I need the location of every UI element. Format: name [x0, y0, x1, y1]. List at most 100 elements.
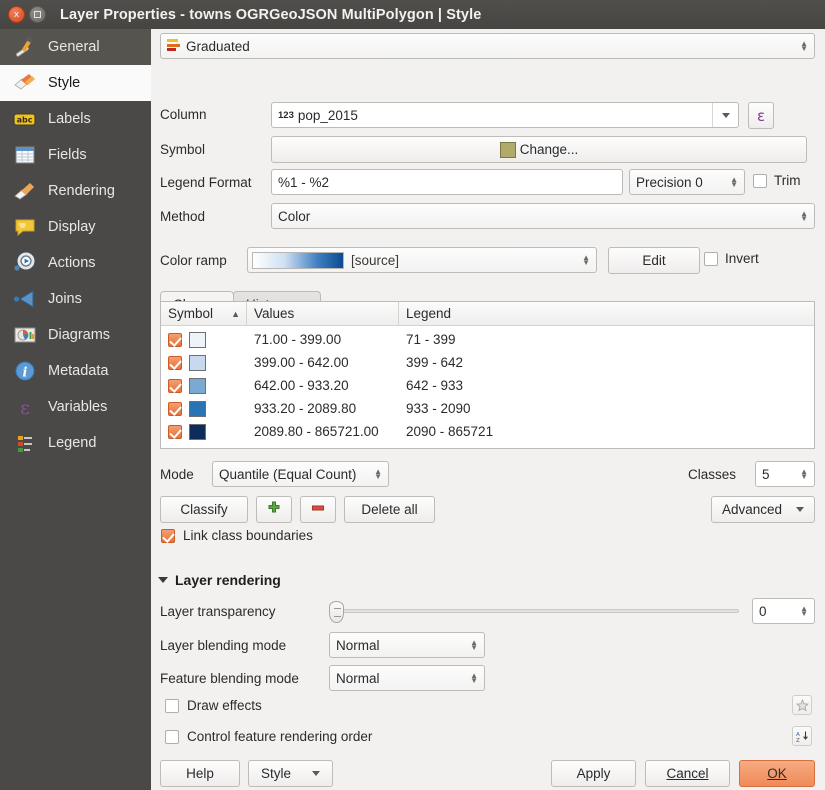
- sidebar-item-fields[interactable]: Fields: [0, 137, 151, 173]
- invert-checkbox-row[interactable]: Invert: [704, 251, 759, 266]
- close-icon[interactable]: x: [8, 6, 25, 23]
- table-row[interactable]: 71.00 - 399.00 71 - 399: [161, 328, 814, 351]
- color-ramp-label: Color ramp: [160, 253, 227, 268]
- sidebar-item-general[interactable]: General: [0, 29, 151, 65]
- sidebar-item-joins[interactable]: Joins: [0, 281, 151, 317]
- sidebar-item-actions[interactable]: Actions: [0, 245, 151, 281]
- symbol-change-button[interactable]: Change...: [271, 136, 807, 163]
- trim-checkbox-row[interactable]: Trim: [753, 173, 801, 188]
- class-color-swatch[interactable]: [189, 423, 206, 440]
- apply-button[interactable]: Apply: [551, 760, 636, 787]
- collapse-caret-icon[interactable]: [158, 577, 168, 583]
- link-class-boundaries-row[interactable]: Link class boundaries: [161, 528, 313, 543]
- combo-arrows-icon[interactable]: ▲ ▼: [800, 40, 808, 53]
- table-row[interactable]: 642.00 - 933.20 642 - 933: [161, 374, 814, 397]
- combo-arrows-icon[interactable]: ▲ ▼: [800, 210, 808, 223]
- combo-arrows-icon[interactable]: ▲ ▼: [582, 254, 590, 267]
- precision-spinbox[interactable]: Precision 0 ▲ ▼: [629, 169, 745, 195]
- column-combo[interactable]: 123 pop_2015: [271, 102, 739, 128]
- spin-arrows-icon[interactable]: ▲ ▼: [800, 468, 808, 481]
- classes-count-spinbox[interactable]: 5 ▲ ▼: [755, 461, 815, 487]
- invert-checkbox[interactable]: [704, 251, 718, 266]
- layer-blending-label: Layer blending mode: [160, 638, 287, 653]
- control-render-order-row[interactable]: Control feature rendering order: [165, 729, 372, 744]
- feature-blending-combo[interactable]: Normal ▲ ▼: [329, 665, 485, 691]
- renderer-type-combo[interactable]: Graduated ▲ ▼: [160, 33, 815, 59]
- sidebar-item-legend[interactable]: Legend: [0, 425, 151, 461]
- symbol-change-label: Change...: [519, 142, 579, 157]
- control-render-order-checkbox[interactable]: [165, 729, 179, 744]
- sidebar-item-diagrams[interactable]: Diagrams: [0, 317, 151, 353]
- color-ramp-combo[interactable]: [source] ▲ ▼: [247, 247, 597, 273]
- spin-arrows-icon[interactable]: ▲ ▼: [730, 176, 738, 189]
- layer-rendering-header[interactable]: Layer rendering: [158, 572, 281, 588]
- brush-icon: [10, 178, 40, 204]
- combo-arrows-icon[interactable]: ▲ ▼: [470, 672, 478, 685]
- table-row[interactable]: 399.00 - 642.00 399 - 642: [161, 351, 814, 374]
- column-expression-button[interactable]: ε: [748, 102, 774, 129]
- trim-checkbox[interactable]: [753, 173, 767, 188]
- row-checkbox[interactable]: [168, 332, 182, 347]
- row-checkbox[interactable]: [168, 355, 182, 370]
- color-ramp-edit-button[interactable]: Edit: [608, 247, 700, 274]
- sidebar-item-variables[interactable]: ɛ Variables: [0, 389, 151, 425]
- row-checkbox[interactable]: [168, 378, 182, 393]
- sidebar-item-labels[interactable]: abc Labels: [0, 101, 151, 137]
- sidebar-item-label: Actions: [48, 255, 96, 271]
- slider-handle[interactable]: [329, 601, 344, 623]
- advanced-button[interactable]: Advanced: [711, 496, 815, 523]
- sidebar-item-metadata[interactable]: i Metadata: [0, 353, 151, 389]
- chevron-down-icon[interactable]: [712, 103, 738, 127]
- add-class-button[interactable]: [256, 496, 292, 523]
- 123-numeric-icon: 123: [278, 109, 294, 121]
- class-color-swatch[interactable]: [189, 354, 206, 371]
- effects-star-icon[interactable]: [792, 695, 812, 715]
- chevron-down-icon: [312, 771, 320, 776]
- advanced-label: Advanced: [722, 502, 783, 517]
- combo-arrows-icon[interactable]: ▲ ▼: [374, 468, 382, 481]
- help-button[interactable]: Help: [160, 760, 240, 787]
- link-class-boundaries-checkbox[interactable]: [161, 528, 175, 543]
- combo-arrows-icon[interactable]: ▲ ▼: [470, 639, 478, 652]
- sidebar-item-label: Metadata: [48, 363, 109, 379]
- ok-button[interactable]: OK: [739, 760, 815, 787]
- plus-icon: [267, 501, 281, 518]
- row-checkbox[interactable]: [168, 424, 182, 439]
- sort-az-icon[interactable]: A Z: [792, 726, 812, 746]
- link-class-boundaries-label: Link class boundaries: [183, 528, 313, 543]
- layer-blending-value: Normal: [336, 637, 380, 653]
- mode-combo[interactable]: Quantile (Equal Count) ▲ ▼: [212, 461, 389, 487]
- method-combo[interactable]: Color ▲ ▼: [271, 203, 815, 229]
- table-row[interactable]: 2089.80 - 865721.00 2090 - 865721: [161, 420, 814, 443]
- column-header-values[interactable]: Values: [247, 302, 399, 325]
- class-color-swatch[interactable]: [189, 400, 206, 417]
- legend-format-input[interactable]: %1 - %2: [271, 169, 623, 195]
- apply-label: Apply: [576, 766, 611, 781]
- layer-transparency-spinbox[interactable]: 0 ▲ ▼: [752, 598, 815, 624]
- sidebar-item-display[interactable]: Display: [0, 209, 151, 245]
- symbol-label: Symbol: [160, 142, 206, 157]
- maximize-icon[interactable]: [29, 6, 46, 23]
- sidebar-item-rendering[interactable]: Rendering: [0, 173, 151, 209]
- cancel-button[interactable]: Cancel: [645, 760, 730, 787]
- column-header-symbol[interactable]: Symbol ▲: [161, 302, 247, 325]
- layer-blending-combo[interactable]: Normal ▲ ▼: [329, 632, 485, 658]
- table-body: 71.00 - 399.00 71 - 399 399.00 - 642.00 …: [161, 326, 814, 443]
- layer-transparency-slider[interactable]: [329, 601, 739, 623]
- column-label: Column: [160, 107, 207, 122]
- table-row[interactable]: 933.20 - 2089.80 933 - 2090: [161, 397, 814, 420]
- column-header-legend[interactable]: Legend: [399, 302, 814, 325]
- draw-effects-row[interactable]: Draw effects: [165, 698, 262, 713]
- symbol-swatch: [499, 141, 516, 158]
- class-color-swatch[interactable]: [189, 331, 206, 348]
- draw-effects-checkbox[interactable]: [165, 698, 179, 713]
- spin-arrows-icon[interactable]: ▲ ▼: [800, 605, 808, 618]
- classes-table[interactable]: Symbol ▲ Values Legend 71.00 - 399.00 71…: [160, 301, 815, 449]
- delete-all-button[interactable]: Delete all: [344, 496, 435, 523]
- class-color-swatch[interactable]: [189, 377, 206, 394]
- classify-button[interactable]: Classify: [160, 496, 248, 523]
- row-checkbox[interactable]: [168, 401, 182, 416]
- sidebar-item-style[interactable]: Style: [0, 65, 151, 101]
- remove-class-button[interactable]: [300, 496, 336, 523]
- style-menu-button[interactable]: Style: [248, 760, 333, 787]
